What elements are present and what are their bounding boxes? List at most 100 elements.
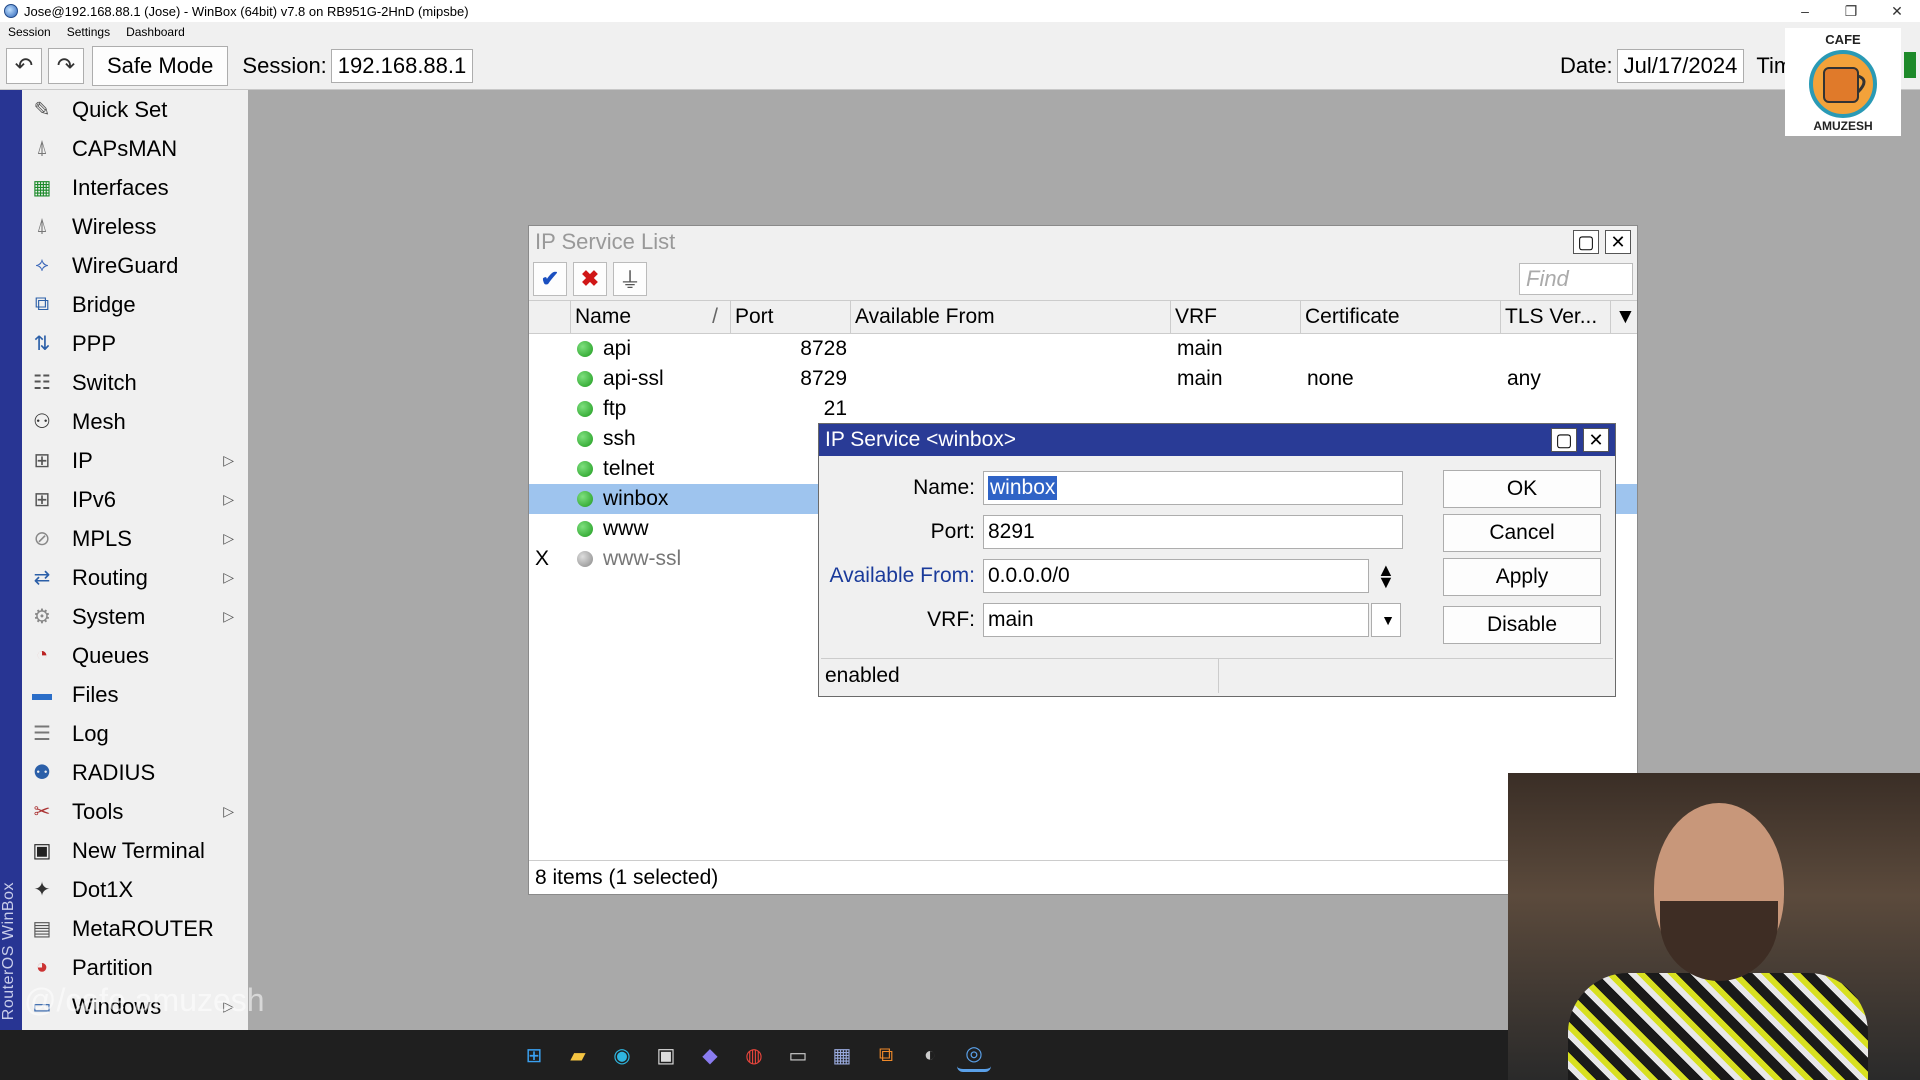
chrome-icon[interactable]: ◍ — [737, 1038, 771, 1072]
dialog-status-bar: enabled — [821, 658, 1613, 694]
sidebar-item-capsman[interactable]: ⍋ CAPsMAN — [22, 129, 248, 168]
dialog-maximize-button[interactable]: ▢ — [1551, 428, 1577, 452]
disable-button[interactable]: Disable — [1443, 606, 1601, 644]
sidebar-item-switch[interactable]: ☷ Switch — [22, 363, 248, 402]
sidebar-item-label: WireGuard — [72, 252, 179, 278]
table-row[interactable]: api 8728 main — [529, 334, 1637, 364]
sidebar-item-radius[interactable]: ⚉ RADIUS — [22, 753, 248, 792]
cancel-button[interactable]: Cancel — [1443, 514, 1601, 552]
column-port[interactable]: Port — [731, 301, 851, 333]
column-tls-version[interactable]: TLS Ver... — [1501, 301, 1611, 333]
apply-button[interactable]: Apply — [1443, 558, 1601, 596]
sidebar-item-mesh[interactable]: ⚇ Mesh — [22, 402, 248, 441]
edge-browser-icon[interactable]: ◉ — [605, 1038, 639, 1072]
sidebar-item-ppp[interactable]: ⇅ PPP — [22, 324, 248, 363]
sidebar-item-bridge[interactable]: ⧉ Bridge — [22, 285, 248, 324]
column-certificate[interactable]: Certificate — [1301, 301, 1501, 333]
close-window-button[interactable]: ✕ — [1874, 3, 1920, 20]
table-row[interactable]: ftp 21 — [529, 394, 1637, 424]
antenna-icon: ⍋ — [36, 137, 48, 159]
submenu-arrow-icon: ▷ — [223, 608, 234, 624]
sidebar-item-metarouter[interactable]: ▤ MetaROUTER — [22, 909, 248, 948]
table-row[interactable]: api-ssl 8729 main none any — [529, 364, 1637, 394]
file-explorer-icon[interactable]: ▰ — [561, 1038, 595, 1072]
close-button[interactable]: ✕ — [1605, 230, 1631, 254]
menu-session[interactable]: Session — [0, 25, 59, 39]
session-field[interactable]: 192.168.88.1 — [330, 48, 474, 83]
cell-name: api — [571, 334, 731, 364]
routeros-strip: RouterOS WinBox — [0, 90, 22, 1030]
ipv6-icon: ⊞ — [33, 489, 51, 511]
available-from-field[interactable]: 0.0.0.0/0 — [983, 559, 1369, 593]
winbox-taskbar-icon[interactable]: ◎ — [957, 1038, 991, 1072]
sidebar-item-wireless[interactable]: ⍋ Wireless — [22, 207, 248, 246]
filter-button[interactable]: ⏚ — [613, 262, 647, 296]
undo-button[interactable]: ↶ — [6, 47, 42, 84]
vrf-select[interactable]: main — [983, 603, 1369, 637]
capture-tool-icon[interactable]: ⧉ — [869, 1038, 903, 1072]
disable-button[interactable]: ✖ — [573, 262, 607, 296]
cell-flag — [529, 334, 571, 364]
cell-port: 8729 — [800, 367, 847, 390]
visual-studio-icon[interactable]: ◆ — [693, 1038, 727, 1072]
sidebar-item-mpls[interactable]: ⊘ MPLS ▷ — [22, 519, 248, 558]
sidebar-item-quick-set[interactable]: ✎ Quick Set — [22, 90, 248, 129]
add-remove-arrows-icon[interactable]: ▲ ▼ — [1377, 561, 1395, 591]
switch-icon: ☷ — [33, 372, 51, 394]
dropdown-triangle-icon: ▼ — [1615, 305, 1636, 328]
sidebar-item-label: IPv6 — [72, 486, 117, 512]
cell-name-text: api-ssl — [603, 367, 664, 390]
sidebar-item-log[interactable]: ☰ Log — [22, 714, 248, 753]
name-field[interactable]: winbox — [983, 471, 1403, 505]
cell-from — [851, 364, 1171, 394]
sidebar-item-system[interactable]: ⚙ System ▷ — [22, 597, 248, 636]
partition-icon: ◕ — [35, 956, 49, 978]
cell-name: api-ssl — [571, 364, 731, 394]
column-flag[interactable] — [529, 301, 571, 333]
redo-button[interactable]: ↷ — [48, 47, 84, 84]
restore-button[interactable]: ❐ — [1828, 3, 1874, 20]
terminal-icon: ▣ — [32, 840, 52, 862]
cell-flag — [529, 394, 571, 424]
enable-button[interactable]: ✔ — [533, 262, 567, 296]
dot1x-icon: ✦ — [33, 879, 51, 901]
sidebar-item-files[interactable]: ▬ Files — [22, 675, 248, 714]
column-vrf[interactable]: VRF — [1171, 301, 1301, 333]
sidebar-item-dot1x[interactable]: ✦ Dot1X — [22, 870, 248, 909]
menu-dashboard[interactable]: Dashboard — [118, 25, 193, 39]
sidebar-item-new-terminal[interactable]: ▣ New Terminal — [22, 831, 248, 870]
sidebar-item-wireguard[interactable]: ⟡ WireGuard — [22, 246, 248, 285]
column-name[interactable]: Name / — [571, 301, 731, 333]
recorder-icon[interactable]: ◐ — [913, 1038, 947, 1072]
sidebar-item-label: Tools — [72, 798, 124, 824]
dialog-close-button[interactable]: ✕ — [1583, 428, 1609, 452]
ok-button[interactable]: OK — [1443, 470, 1601, 508]
sidebar-item-ip[interactable]: ⊞ IP ▷ — [22, 441, 248, 480]
store-icon[interactable]: ▣ — [649, 1038, 683, 1072]
terminal-icon[interactable]: ▭ — [781, 1038, 815, 1072]
menu-settings[interactable]: Settings — [59, 25, 118, 39]
sidebar-item-queues[interactable]: ◔ Queues — [22, 636, 248, 675]
start-windows-icon[interactable]: ⊞ — [517, 1038, 551, 1072]
port-field[interactable]: 8291 — [983, 515, 1403, 549]
filter-icon: ⏚ — [618, 268, 641, 293]
ip-service-list-titlebar: IP Service List — [529, 226, 1637, 258]
column-available-from[interactable]: Available From — [851, 301, 1171, 333]
sidebar-item-label: Routing — [72, 564, 148, 590]
sidebar-item-routing[interactable]: ⇄ Routing ▷ — [22, 558, 248, 597]
minimize-button[interactable]: – — [1782, 3, 1828, 19]
sidebar-item-label: CAPsMAN — [72, 135, 178, 161]
sidebar-item-tools[interactable]: ✂ Tools ▷ — [22, 792, 248, 831]
vrf-dropdown-icon[interactable]: ▼ — [1371, 603, 1401, 637]
cell-name-text: api — [603, 337, 632, 360]
remote-desktop-icon[interactable]: ▦ — [825, 1038, 859, 1072]
sidebar-item-ipv6[interactable]: ⊞ IPv6 ▷ — [22, 480, 248, 519]
status-indicator — [1904, 52, 1916, 78]
maximize-button[interactable]: ▢ — [1573, 230, 1599, 254]
find-input[interactable]: Find — [1519, 263, 1633, 295]
sidebar-item-label: Quick Set — [72, 96, 168, 122]
column-chooser-button[interactable]: ▼ — [1611, 301, 1637, 333]
safe-mode-button[interactable]: Safe Mode — [92, 45, 229, 86]
sidebar-item-interfaces[interactable]: ▦ Interfaces — [22, 168, 248, 207]
cell-flag — [529, 484, 571, 514]
